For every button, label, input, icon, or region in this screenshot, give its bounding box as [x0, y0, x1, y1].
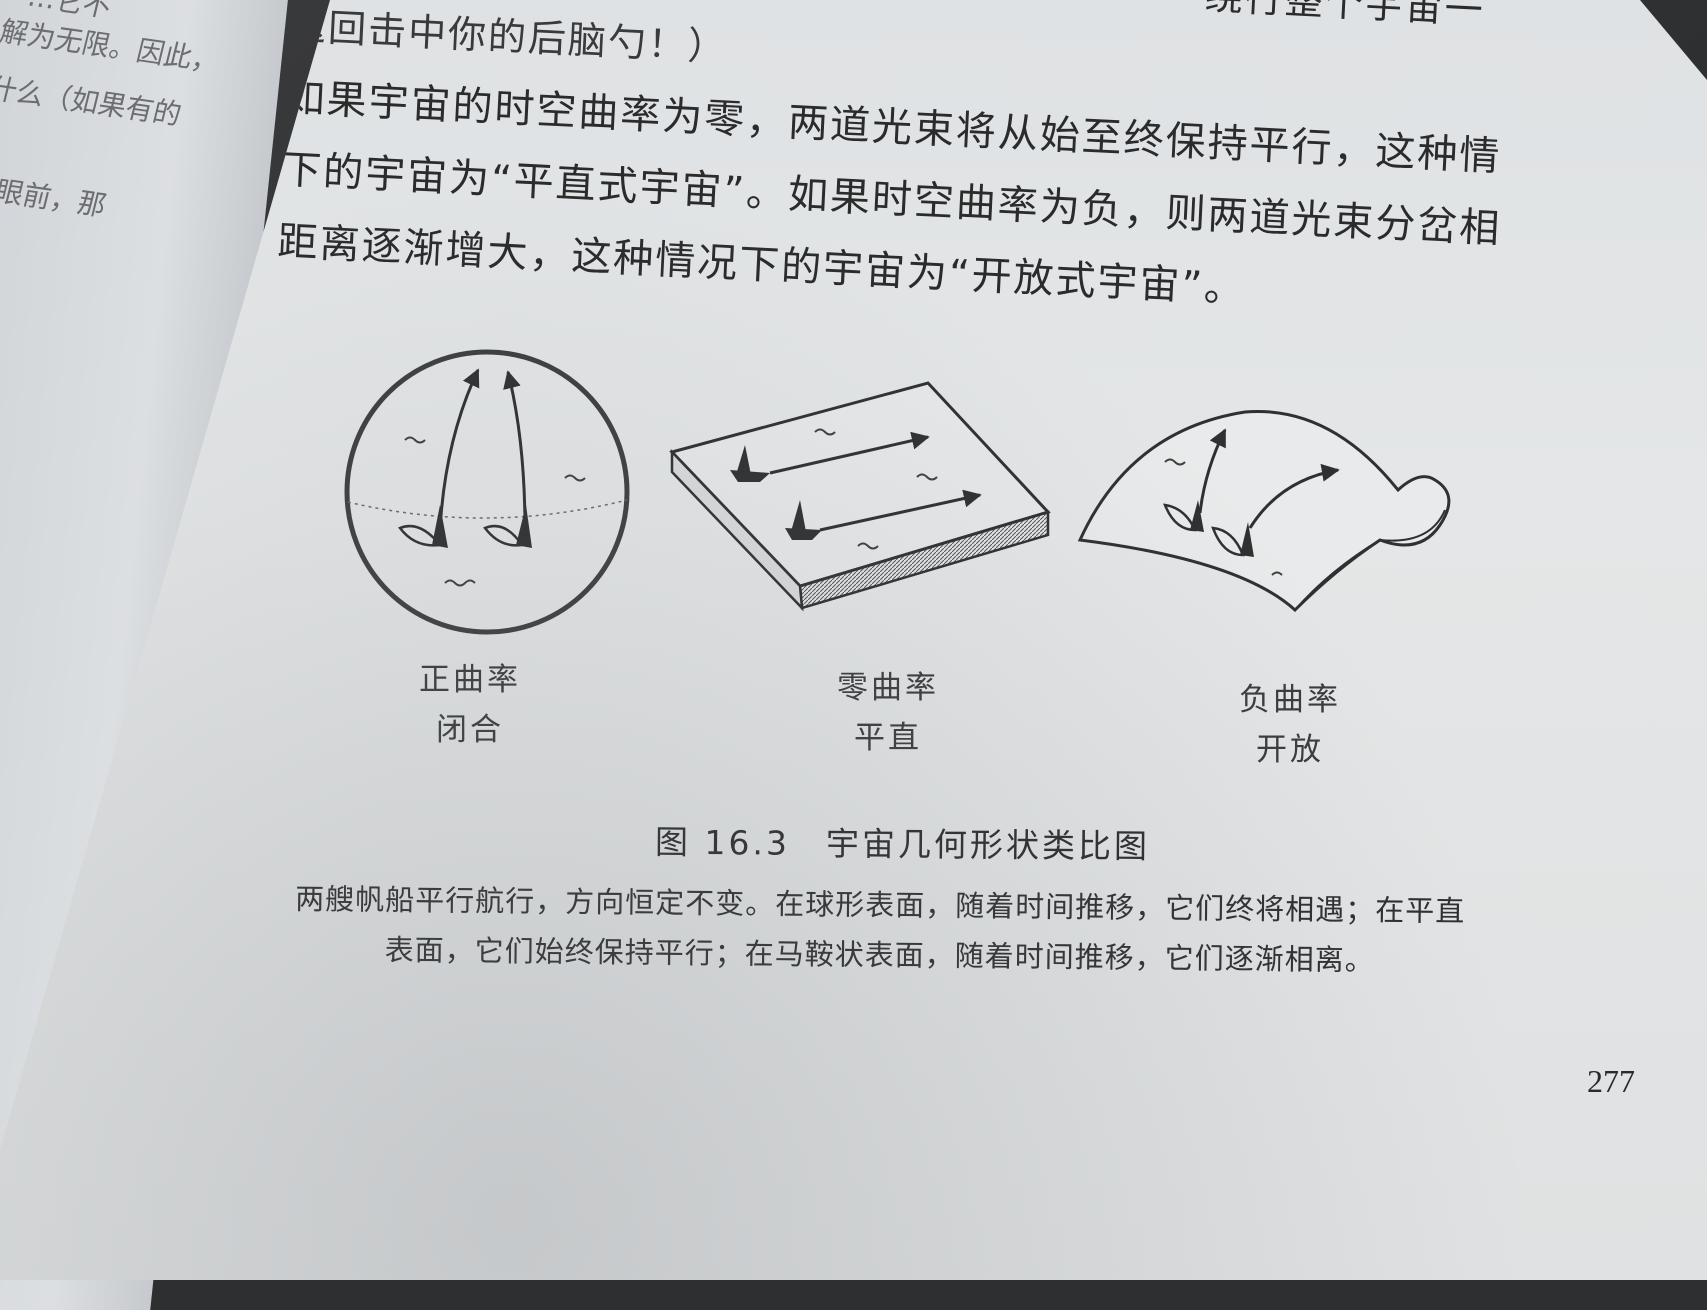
saddle-diagram: [1077, 409, 1451, 613]
sphere-path-left: [438, 368, 480, 531]
curvature-label: 正曲率: [419, 662, 521, 698]
universe-type-label: 开放: [1256, 732, 1324, 768]
left-page-fragment: 解为无限。因此，: [0, 14, 224, 79]
panel-label-negative: 负曲率 开放: [1190, 675, 1390, 775]
page-number: 277: [1587, 1063, 1635, 1099]
curvature-label: 零曲率: [837, 670, 939, 706]
sailboat-icon: [398, 505, 448, 548]
sphere-outline: [344, 349, 630, 635]
left-page-fragment: 什么（如果有的: [0, 71, 185, 132]
sphere-path-right: [503, 370, 527, 531]
panel-label-zero: 零曲率 平直: [788, 663, 988, 763]
wave-icon: [444, 579, 476, 587]
figure-caption-body: 两艘帆船平行航行，方向恒定不变。在球形表面，随着时间推移，它们终将相遇；在平直 …: [210, 873, 1551, 987]
wave-icon: [404, 436, 426, 444]
plane-top: [669, 381, 1051, 588]
wave-icon: [564, 474, 586, 482]
left-page-fragment: 们眼前，那: [0, 170, 110, 223]
sphere-diagram: [344, 349, 630, 635]
panel-label-positive: 正曲率 闭合: [370, 655, 570, 755]
figure-caption-title: 图 16.3 宇宙几何形状类比图: [654, 822, 1151, 866]
universe-type-label: 闭合: [436, 712, 504, 748]
universe-type-label: 平直: [854, 720, 922, 756]
sphere-equator: [347, 499, 628, 519]
curvature-label: 负曲率: [1239, 682, 1341, 718]
sailboat-icon: [483, 505, 532, 548]
flat-plane-diagram: [669, 381, 1051, 612]
